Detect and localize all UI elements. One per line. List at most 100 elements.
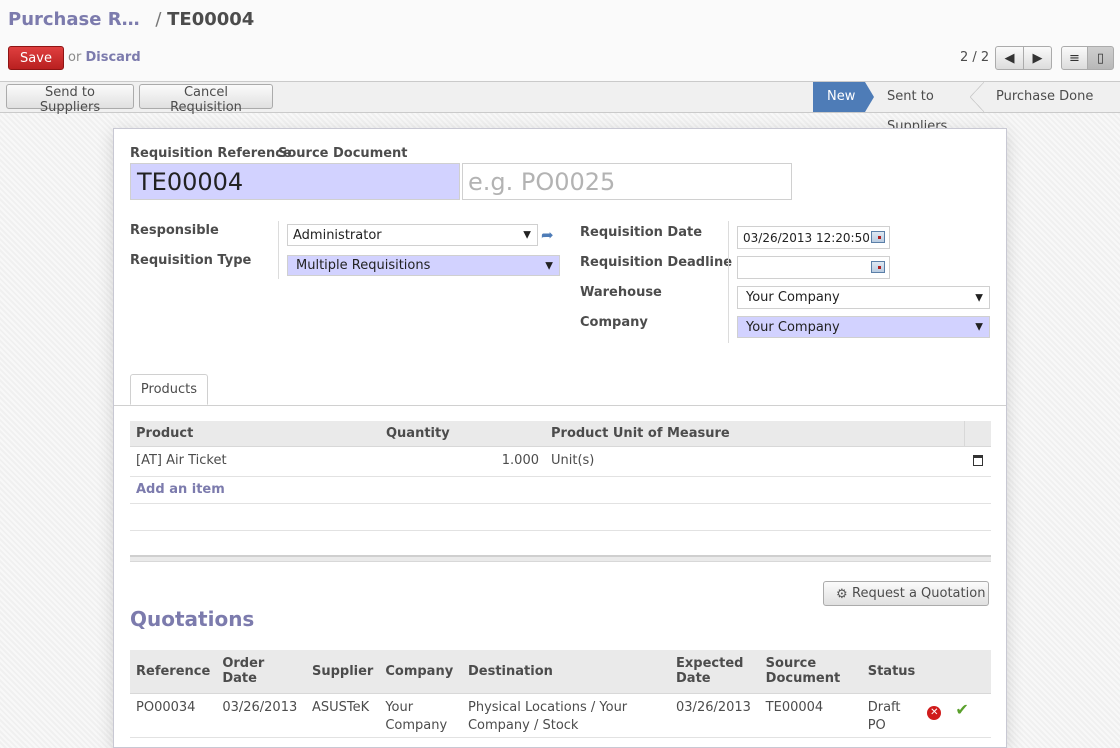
quotations-table: Reference Order Date Supplier Company De… — [130, 650, 991, 738]
quantity-cell[interactable]: 1.000 — [380, 446, 545, 477]
company-cell[interactable]: Your Company — [379, 693, 462, 738]
source-document-cell[interactable]: TE00004 — [759, 693, 862, 738]
breadcrumb-parent-link[interactable]: Purchase R… — [8, 9, 140, 30]
stage-indicator: New Sent to Suppliers Purchase Done — [813, 82, 1120, 134]
send-to-suppliers-button[interactable]: Send to Suppliers — [6, 84, 134, 115]
responsible-value: Administrator — [293, 227, 382, 243]
requisition-type-select[interactable]: Multiple Requisitions ▼ — [287, 255, 560, 276]
column-header-actions — [963, 421, 991, 447]
left-group-separator — [278, 221, 279, 279]
chevron-down-icon: ▼ — [975, 292, 983, 303]
add-item-row: Add an item — [130, 476, 991, 504]
supplier-cell[interactable]: ASUSTeK — [305, 693, 380, 738]
pager-next-button[interactable]: ▶ — [1023, 46, 1052, 70]
products-header-row: Product Quantity Product Unit of Measure — [130, 421, 991, 447]
warehouse-value: Your Company — [746, 290, 840, 305]
discard-link[interactable]: Discard — [85, 50, 140, 65]
requisition-type-value: Multiple Requisitions — [296, 258, 431, 273]
warehouse-label: Warehouse — [580, 285, 662, 300]
reference-cell[interactable]: PO00034 — [130, 693, 217, 738]
right-group-separator — [728, 221, 729, 343]
calendar-icon[interactable] — [871, 261, 885, 273]
pager-value: 2 / 2 — [960, 50, 990, 65]
stage-sent-to-suppliers: Sent to Suppliers — [865, 82, 984, 134]
cancel-circle-icon[interactable]: ✕ — [927, 705, 942, 720]
arrow-left-icon: ◀ — [1004, 50, 1015, 66]
column-header-actions — [921, 650, 991, 694]
breadcrumb-separator: / — [155, 9, 162, 30]
cancel-requisition-button[interactable]: Cancel Requisition — [139, 84, 273, 115]
form-view-button[interactable]: ▯ — [1087, 46, 1114, 70]
status-cell[interactable]: Draft PO — [861, 693, 922, 738]
requisition-date-field[interactable]: 03/26/2013 12:20:50 — [737, 226, 890, 249]
company-label: Company — [580, 315, 648, 330]
arrow-right-icon: ▶ — [1032, 50, 1043, 66]
table-footer-bar — [130, 555, 991, 562]
stage-new: New — [813, 82, 874, 112]
column-header-company[interactable]: Company — [379, 650, 462, 694]
destination-cell[interactable]: Physical Locations / Your Company / Stoc… — [461, 693, 671, 738]
product-cell[interactable]: [AT] Air Ticket — [130, 446, 380, 477]
requisition-date-label: Requisition Date — [580, 225, 703, 240]
order-date-cell[interactable]: 03/26/2013 — [216, 693, 306, 738]
tab-underline — [114, 405, 1006, 406]
company-select[interactable]: Your Company ▼ — [737, 316, 990, 338]
save-button[interactable]: Save — [8, 46, 64, 70]
discard-group: or Discard — [68, 50, 141, 65]
calendar-icon[interactable] — [871, 231, 885, 243]
requisition-reference-field[interactable]: TE00004 — [130, 163, 460, 200]
requisition-deadline-field[interactable] — [737, 256, 890, 279]
trash-icon[interactable] — [972, 454, 983, 466]
breadcrumb-current: TE00004 — [167, 9, 255, 30]
column-header-supplier[interactable]: Supplier — [305, 650, 380, 694]
delete-row-cell — [964, 446, 991, 477]
source-document-field[interactable]: e.g. PO0025 — [462, 163, 792, 200]
quotations-header-row: Reference Order Date Supplier Company De… — [130, 650, 991, 694]
add-item-link[interactable]: Add an item — [136, 482, 225, 497]
table-row[interactable]: [AT] Air Ticket 1.000 Unit(s) — [130, 446, 991, 477]
list-view-button[interactable]: ≡ — [1061, 46, 1088, 70]
column-header-product[interactable]: Product — [130, 421, 380, 447]
pager-previous-button[interactable]: ◀ — [995, 46, 1024, 70]
stage-purchase-done: Purchase Done — [996, 89, 1094, 104]
top-bar: Purchase R… / TE00004 Save or Discard 2 … — [0, 0, 1120, 82]
column-header-order-date[interactable]: Order Date — [216, 650, 306, 694]
expected-date-cell[interactable]: 03/26/2013 — [670, 693, 760, 738]
column-header-expected-date[interactable]: Expected Date — [670, 650, 760, 694]
responsible-label: Responsible — [130, 223, 219, 238]
column-header-status[interactable]: Status — [861, 650, 922, 694]
chevron-down-icon: ▼ — [545, 260, 553, 271]
table-row[interactable]: PO00034 03/26/2013 ASUSTeK Your Company … — [130, 693, 991, 738]
requisition-type-label: Requisition Type — [130, 253, 252, 268]
chevron-down-icon: ▼ — [975, 321, 983, 333]
column-header-source-document[interactable]: Source Document — [759, 650, 862, 694]
warehouse-select[interactable]: Your Company ▼ — [737, 286, 990, 309]
column-header-uom[interactable]: Product Unit of Measure — [545, 421, 964, 447]
list-view-icon: ≡ — [1069, 50, 1080, 66]
or-label: or — [68, 50, 82, 65]
column-header-destination[interactable]: Destination — [461, 650, 671, 694]
checkmark-icon[interactable]: ✔ — [955, 700, 968, 719]
chevron-down-icon: ▼ — [523, 229, 531, 241]
responsible-select[interactable]: Administrator ▼ — [287, 224, 538, 246]
request-quotation-button[interactable]: ⚙ Request a Quotation — [823, 581, 989, 606]
uom-cell[interactable]: Unit(s) — [545, 446, 964, 477]
breadcrumb: Purchase R… / TE00004 — [8, 9, 254, 30]
row-actions-cell: ✕ ✔ — [921, 693, 991, 738]
column-header-quantity[interactable]: Quantity — [380, 421, 545, 447]
empty-row — [130, 503, 991, 531]
requisition-date-value: 03/26/2013 12:20:50 — [743, 230, 870, 245]
gears-icon: ⚙ — [836, 587, 848, 602]
quotations-title: Quotations — [130, 607, 255, 631]
column-header-reference[interactable]: Reference — [130, 650, 217, 694]
requisition-deadline-label: Requisition Deadline — [580, 255, 733, 270]
source-document-placeholder: e.g. PO0025 — [468, 167, 616, 196]
form-sheet: Requisition Reference Source Document TE… — [113, 128, 1007, 748]
external-link-icon[interactable]: ➦ — [541, 226, 554, 244]
request-quotation-label: Request a Quotation — [852, 586, 986, 601]
form-view-icon: ▯ — [1096, 50, 1105, 66]
status-bar: Send to Suppliers Cancel Requisition New… — [0, 82, 1120, 134]
products-table: Product Quantity Product Unit of Measure… — [130, 421, 991, 531]
company-value: Your Company — [746, 319, 840, 335]
tab-products[interactable]: Products — [130, 374, 208, 405]
